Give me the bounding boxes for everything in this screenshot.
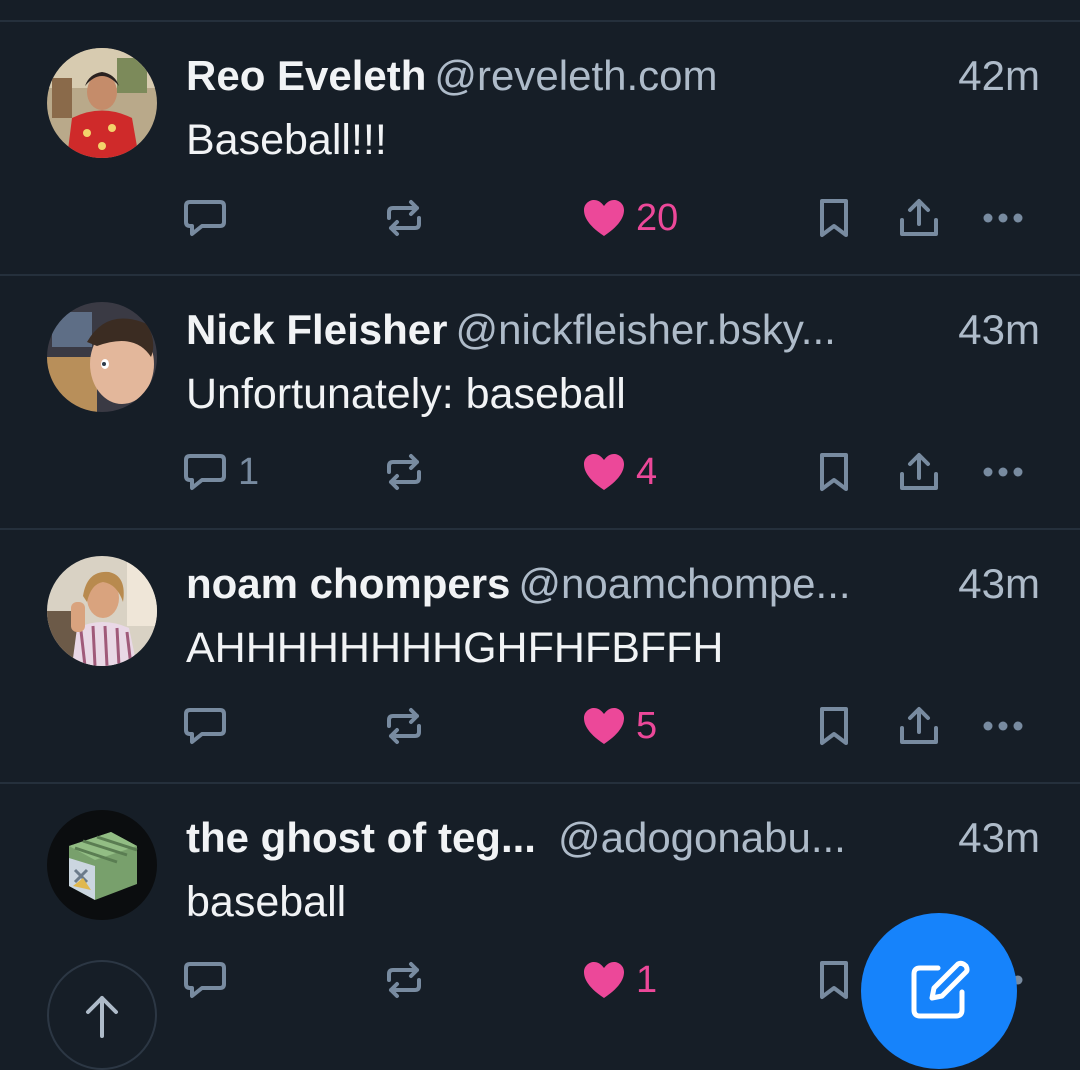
person-red-shirt-avatar-icon: [47, 48, 157, 158]
heart-icon: [584, 962, 624, 998]
more-options-button[interactable]: [982, 188, 1024, 248]
share-icon: [900, 199, 938, 236]
share-button[interactable]: [898, 442, 940, 502]
post-header: Reo Eveleth @reveleth.com: [186, 48, 1046, 104]
reply-icon: [184, 962, 226, 998]
avatar[interactable]: [47, 302, 157, 412]
reply-button[interactable]: [182, 188, 238, 248]
bookmark-icon: [820, 707, 848, 745]
share-button[interactable]: [898, 696, 940, 756]
handle[interactable]: @noamchompe...: [518, 560, 850, 607]
reply-icon: [184, 200, 226, 236]
bookmark-icon: [820, 961, 848, 999]
repost-button[interactable]: [383, 188, 425, 248]
repost-button[interactable]: [383, 442, 425, 502]
share-icon: [900, 707, 938, 744]
repost-icon: [387, 200, 421, 236]
repost-icon: [387, 962, 421, 998]
more-options-button[interactable]: [982, 442, 1024, 502]
heart-icon: [584, 708, 624, 744]
post-item[interactable]: noam chompers @noamchompe... 43m AHHHHHHH…: [0, 530, 1080, 784]
display-name[interactable]: noam chompers: [186, 560, 510, 607]
avatar[interactable]: [47, 556, 157, 666]
timestamp[interactable]: 42m: [952, 48, 1040, 104]
like-button[interactable]: 1: [582, 950, 657, 1010]
more-icon: [983, 213, 1023, 223]
timestamp[interactable]: 43m: [952, 810, 1040, 866]
reply-icon: [184, 454, 226, 490]
bookmark-button[interactable]: [816, 950, 852, 1010]
avatar[interactable]: [47, 810, 157, 920]
post-item[interactable]: Reo Eveleth @reveleth.com 42m Baseball!!!…: [0, 22, 1080, 276]
reply-button[interactable]: 1: [182, 442, 259, 502]
repost-icon: [387, 708, 421, 744]
pokemon-avatar-icon: [47, 810, 157, 920]
timestamp[interactable]: 43m: [952, 302, 1040, 358]
reply-count: 1: [238, 450, 260, 493]
handle[interactable]: @nickfleisher.bsky...: [455, 306, 835, 353]
avatar[interactable]: [47, 48, 157, 158]
scroll-to-top-button[interactable]: [47, 960, 157, 1070]
compose-button[interactable]: [861, 913, 1017, 1069]
post-item[interactable]: Nick Fleisher @nickfleisher.bsky... 43m U…: [0, 276, 1080, 530]
post-text: Unfortunately: baseball: [186, 370, 626, 418]
like-count: 4: [636, 450, 658, 493]
timestamp[interactable]: 43m: [952, 556, 1040, 612]
share-icon: [900, 453, 938, 490]
repost-button[interactable]: [383, 950, 425, 1010]
post-text: Baseball!!!: [186, 116, 387, 164]
reply-button[interactable]: [182, 696, 238, 756]
person-striped-shirt-avatar-icon: [47, 556, 157, 666]
arrow-up-icon: [86, 996, 118, 1038]
person-profile-avatar-icon: [47, 302, 157, 412]
heart-icon: [584, 454, 624, 490]
bookmark-button[interactable]: [816, 696, 852, 756]
post-header: the ghost of teg... @adogonabu...: [186, 810, 1046, 866]
post-text: AHHHHHHHHGHFHFBFFH: [186, 624, 724, 672]
bookmark-button[interactable]: [816, 188, 852, 248]
handle[interactable]: @adogonabu...: [558, 814, 846, 861]
bookmark-icon: [820, 453, 848, 491]
like-count: 5: [636, 704, 658, 747]
post-header: Nick Fleisher @nickfleisher.bsky...: [186, 302, 1046, 358]
display-name[interactable]: the ghost of teg...: [186, 814, 536, 861]
like-button[interactable]: 5: [582, 696, 657, 756]
reply-icon: [184, 708, 226, 744]
bookmark-button[interactable]: [816, 442, 852, 502]
post-text: baseball: [186, 878, 347, 926]
post-header: noam chompers @noamchompe...: [186, 556, 1046, 612]
repost-icon: [387, 454, 421, 490]
display-name[interactable]: Nick Fleisher: [186, 306, 447, 353]
compose-icon: [911, 960, 970, 1019]
bookmark-icon: [820, 199, 848, 237]
handle[interactable]: @reveleth.com: [434, 52, 717, 99]
more-icon: [983, 721, 1023, 731]
like-count: 20: [636, 196, 679, 239]
share-button[interactable]: [898, 188, 940, 248]
display-name[interactable]: Reo Eveleth: [186, 52, 426, 99]
like-count: 1: [636, 958, 658, 1001]
like-button[interactable]: 4: [582, 442, 657, 502]
repost-button[interactable]: [383, 696, 425, 756]
like-button[interactable]: 20: [582, 188, 678, 248]
more-options-button[interactable]: [982, 696, 1024, 756]
more-icon: [983, 467, 1023, 477]
heart-icon: [584, 200, 624, 236]
reply-button[interactable]: [182, 950, 238, 1010]
